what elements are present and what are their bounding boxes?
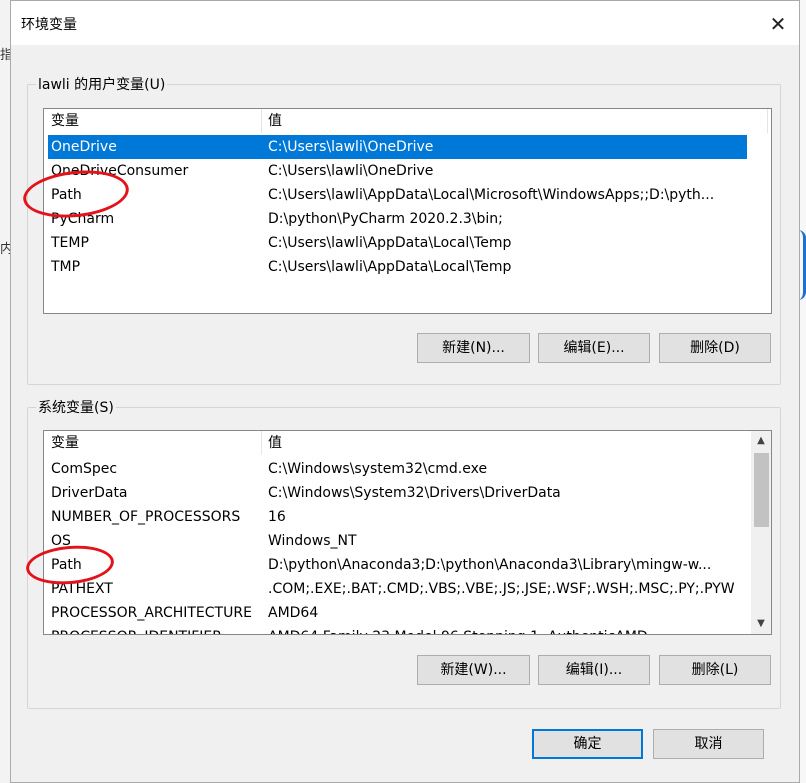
- table-row[interactable]: Path D:\python\Anaconda3;D:\python\Anacon…: [48, 553, 728, 577]
- variable-value: 16: [268, 509, 286, 525]
- environment-variables-dialog: 环境变量 ✕ lawli 的用户变量(U) 变量 值 OneDrive C:\Us…: [10, 0, 800, 783]
- variable-value: C:\Users\lawli\AppData\Local\Temp: [268, 259, 512, 275]
- variable-value: C:\Users\lawli\AppData\Local\Microsoft\W…: [268, 187, 715, 203]
- column-header-variable[interactable]: 变量: [51, 431, 79, 455]
- table-row[interactable]: OS Windows_NT: [48, 529, 728, 553]
- scroll-down-icon[interactable]: ▼: [751, 614, 771, 634]
- variable-name: ComSpec: [51, 461, 118, 477]
- table-row[interactable]: PyCharm D:\python\PyCharm 2020.2.3\bin;: [48, 207, 728, 231]
- table-row[interactable]: ComSpec C:\Windows\system32\cmd.exe: [48, 457, 728, 481]
- system-delete-button[interactable]: 删除(L): [659, 655, 771, 685]
- vertical-scrollbar[interactable]: ▲ ▼: [751, 431, 771, 634]
- ok-button[interactable]: 确定: [532, 729, 643, 759]
- system-new-button[interactable]: 新建(W)...: [417, 655, 530, 685]
- system-variables-group-label: 系统变量(S): [36, 397, 116, 417]
- column-header-value[interactable]: 值: [268, 109, 282, 133]
- column-header-variable[interactable]: 变量: [51, 109, 79, 133]
- table-row[interactable]: PROCESSOR_ARCHITECTURE AMD64: [48, 601, 728, 625]
- dialog-title: 环境变量: [21, 17, 77, 33]
- variable-value: C:\Users\lawli\OneDrive: [268, 139, 434, 155]
- scrollbar-thumb[interactable]: [754, 453, 769, 527]
- variable-value: AMD64: [268, 605, 319, 621]
- table-row[interactable]: PATHEXT .COM;.EXE;.BAT;.CMD;.VBS;.VBE;.JS…: [48, 577, 735, 601]
- table-row[interactable]: NUMBER_OF_PROCESSORS 16: [48, 505, 728, 529]
- table-row[interactable]: Path C:\Users\lawli\AppData\Local\Microso…: [48, 183, 728, 207]
- column-header-value[interactable]: 值: [268, 431, 282, 455]
- variable-name: PROCESSOR_IDENTIFIER: [51, 625, 222, 634]
- cancel-button[interactable]: 取消: [653, 729, 764, 759]
- variable-name: DriverData: [51, 485, 128, 501]
- table-row[interactable]: DriverData C:\Windows\System32\Drivers\Dr…: [48, 481, 728, 505]
- user-variables-list[interactable]: 变量 值 OneDrive C:\Users\lawli\OneDrive OneD…: [43, 108, 772, 314]
- user-delete-button[interactable]: 删除(D): [659, 333, 771, 363]
- variable-value: C:\Windows\System32\Drivers\DriverData: [268, 485, 561, 501]
- variable-value: AMD64 Family 23 Model 96 Stepping 1, Aut…: [268, 625, 648, 634]
- table-row[interactable]: OneDriveConsumer C:\Users\lawli\OneDrive: [48, 159, 728, 183]
- variable-value: Windows_NT: [268, 533, 357, 549]
- system-edit-button[interactable]: 编辑(I)...: [538, 655, 650, 685]
- variable-name: TEMP: [51, 235, 89, 251]
- title-bar: 环境变量 ✕: [11, 1, 799, 45]
- variable-name: PROCESSOR_ARCHITECTURE: [51, 605, 252, 621]
- table-row[interactable]: TMP C:\Users\lawli\AppData\Local\Temp: [48, 255, 728, 279]
- user-edit-button[interactable]: 编辑(E)...: [538, 333, 650, 363]
- user-new-button[interactable]: 新建(N)...: [417, 333, 530, 363]
- variable-value: .COM;.EXE;.BAT;.CMD;.VBS;.VBE;.JS;.JSE;.…: [268, 581, 735, 597]
- close-icon[interactable]: ✕: [763, 9, 793, 39]
- table-row[interactable]: OneDrive C:\Users\lawli\OneDrive: [48, 135, 747, 159]
- user-variables-group-label: lawli 的用户变量(U): [36, 74, 168, 94]
- scroll-up-icon[interactable]: ▲: [751, 431, 771, 451]
- variable-name: TMP: [51, 259, 81, 275]
- system-variables-list[interactable]: 变量 值 ComSpec C:\Windows\system32\cmd.exe D…: [43, 430, 772, 635]
- variable-name: NUMBER_OF_PROCESSORS: [51, 509, 241, 525]
- background-window-right: [800, 0, 806, 783]
- table-row[interactable]: PROCESSOR_IDENTIFIER AMD64 Family 23 Mode…: [48, 625, 728, 634]
- column-divider[interactable]: [767, 109, 768, 133]
- list-header: 变量 值: [44, 431, 771, 455]
- variable-name: OneDrive: [51, 139, 117, 155]
- variable-value: C:\Users\lawli\AppData\Local\Temp: [268, 235, 512, 251]
- variable-value: C:\Windows\system32\cmd.exe: [268, 461, 488, 477]
- table-row[interactable]: TEMP C:\Users\lawli\AppData\Local\Temp: [48, 231, 728, 255]
- variable-value: D:\python\Anaconda3;D:\python\Anaconda3\…: [268, 557, 712, 573]
- variable-value: D:\python\PyCharm 2020.2.3\bin;: [268, 211, 503, 227]
- variable-value: C:\Users\lawli\OneDrive: [268, 163, 434, 179]
- list-header: 变量 值: [44, 109, 771, 133]
- column-divider[interactable]: [261, 431, 262, 455]
- column-divider[interactable]: [261, 109, 262, 133]
